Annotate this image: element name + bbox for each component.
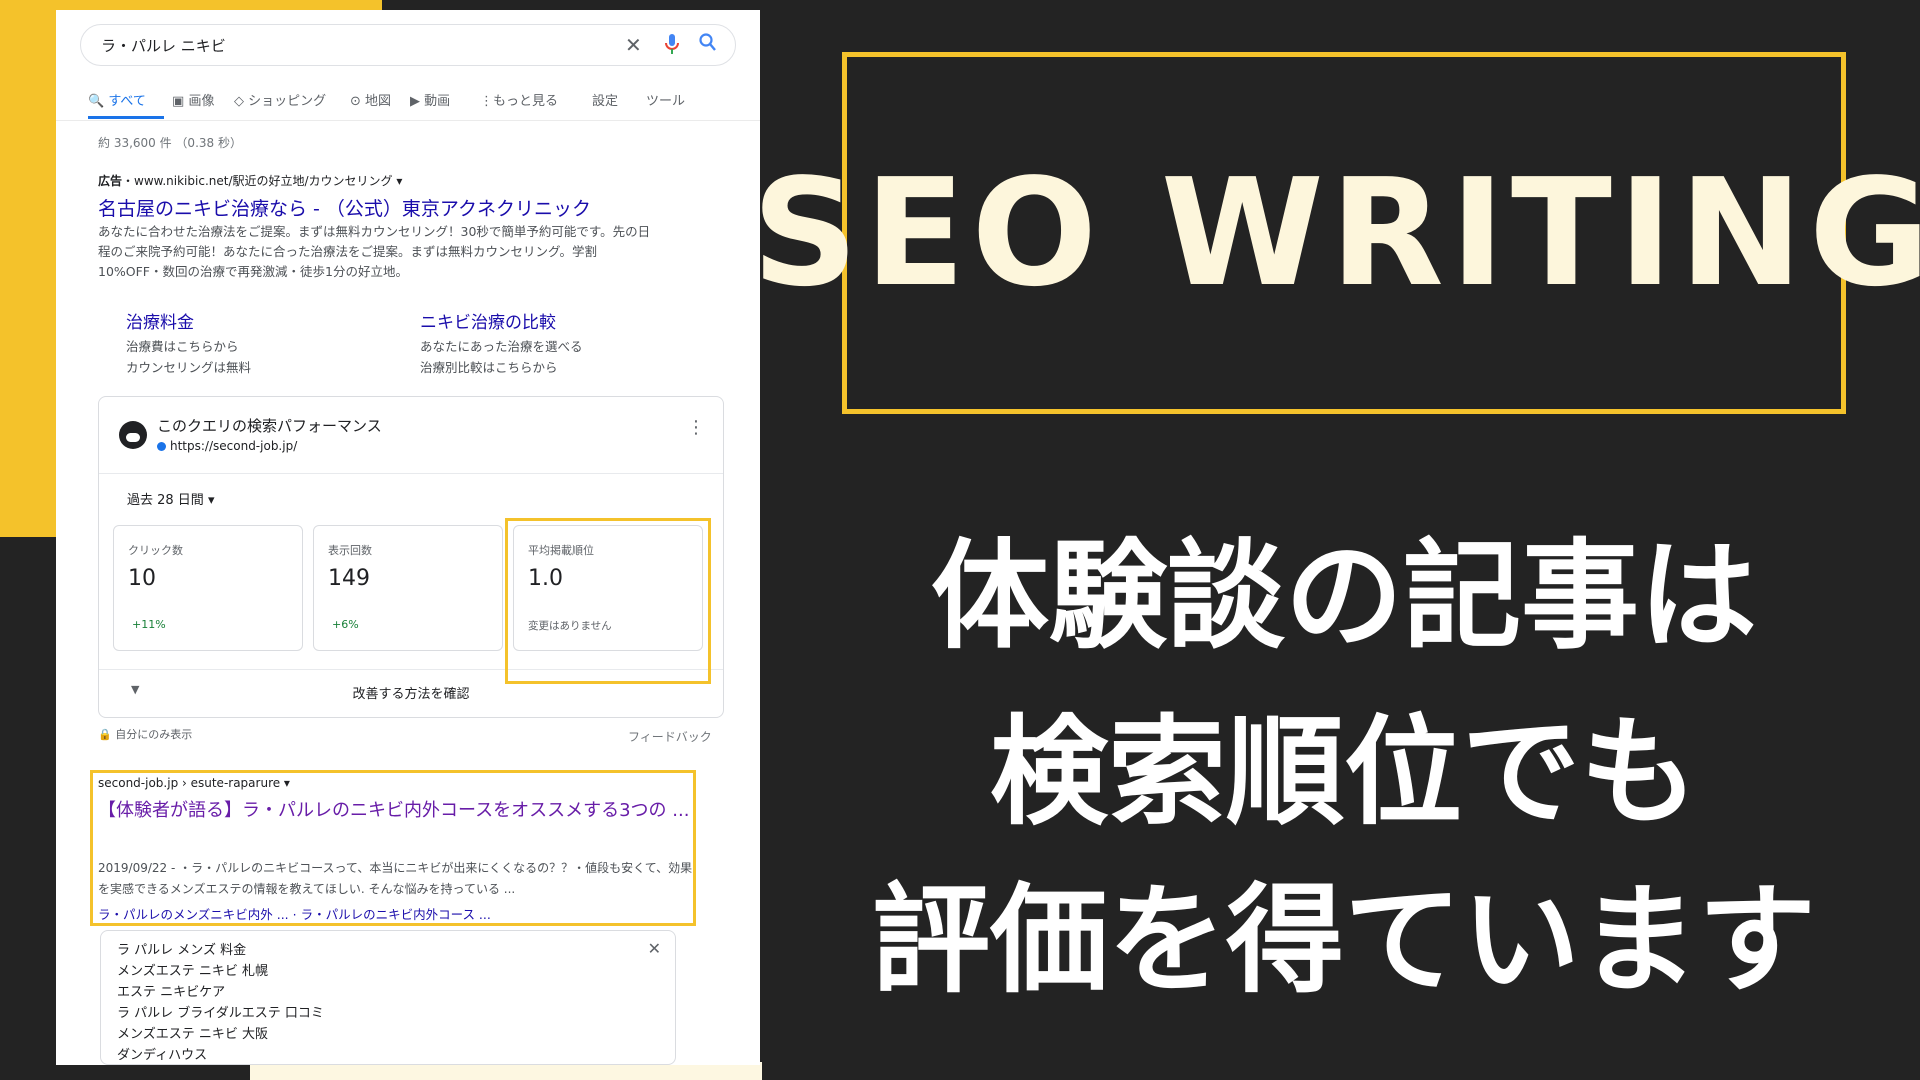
metric-impressions: 表示回数 149 +6% <box>313 525 503 651</box>
related-searches: ✕ ラ パルレ メンズ 料金 メンズエステ ニキビ 札幌 エステ ニキビケア ラ… <box>100 930 676 1065</box>
list-item[interactable]: ラ パルレ メンズ 料金 <box>117 939 246 958</box>
tab-maps[interactable]: ⊙ 地図 <box>350 90 391 109</box>
info-icon <box>157 442 166 451</box>
period-dropdown[interactable]: 過去 28 日間 ▾ <box>127 489 214 508</box>
more-vert-icon: ⋮ <box>480 94 493 109</box>
search-results-screenshot: ラ・パルレ ニキビ ✕ 🔍 すべて ▣ 画像 ◇ ショッピング ⊙ 地図 ▶ 動… <box>56 10 760 1065</box>
feedback-link[interactable]: フィードバック <box>628 728 712 745</box>
image-icon: ▣ <box>172 94 185 109</box>
search-box[interactable]: ラ・パルレ ニキビ ✕ <box>80 24 736 66</box>
close-icon[interactable]: ✕ <box>648 939 661 958</box>
tab-images[interactable]: ▣ 画像 <box>172 90 214 109</box>
list-item[interactable]: ダンディハウス <box>117 1044 207 1063</box>
ad-url-line[interactable]: 広告・www.nikibic.net/駅近の好立地/カウンセリング ▾ <box>98 172 402 189</box>
site-favicon-icon <box>119 421 147 449</box>
performance-title: このクエリの検索パフォーマンス <box>157 417 382 435</box>
play-icon: ▶ <box>410 94 420 109</box>
tab-settings[interactable]: 設定 <box>592 90 618 109</box>
list-item[interactable]: エステ ニキビケア <box>117 981 225 1000</box>
tab-shopping[interactable]: ◇ ショッピング <box>234 90 326 109</box>
tab-more[interactable]: ⋮もっと見る <box>480 90 558 109</box>
search-icon[interactable] <box>699 33 717 58</box>
private-note: 🔒 自分にのみ表示 <box>98 728 193 741</box>
headline-frame: SEO WRITING <box>751 52 1920 414</box>
close-icon[interactable]: ✕ <box>625 33 642 57</box>
tab-videos[interactable]: ▶ 動画 <box>410 90 450 109</box>
highlight-result <box>90 770 696 926</box>
list-item[interactable]: メンズエステ ニキビ 大阪 <box>117 1023 268 1042</box>
pin-icon: ⊙ <box>350 94 361 109</box>
ad-sitelink[interactable]: 治療料金 治療費はこちらから カウンセリングは無料 <box>126 310 251 378</box>
search-tabs: 🔍 すべて ▣ 画像 ◇ ショッピング ⊙ 地図 ▶ 動画 ⋮もっと見る 設定 … <box>88 90 748 132</box>
result-stats: 約 33,600 件 （0.38 秒） <box>98 136 242 150</box>
search-query[interactable]: ラ・パルレ ニキビ <box>101 35 226 56</box>
improve-link[interactable]: 改善する方法を確認 <box>99 683 723 702</box>
ad-sitelink[interactable]: ニキビ治療の比較 あなたにあった治療を選べる 治療別比較はこちらから <box>420 310 583 378</box>
tag-icon: ◇ <box>234 94 244 109</box>
message-line: 評価を得ています <box>871 871 1816 1009</box>
highlight-avg-position <box>505 518 711 684</box>
performance-header: このクエリの検索パフォーマンス https://second-job.jp/ ⋮ <box>99 397 723 474</box>
ad-title-link[interactable]: 名古屋のニキビ治療なら - （公式）東京アクネクリニック <box>98 194 591 221</box>
headline-title: SEO WRITING <box>751 147 1920 319</box>
ad-description: あなたに合わせた治療法をご提案。まずは無料カウンセリング！30秒で簡単予約可能で… <box>98 224 651 279</box>
message-line: 体験談の記事は <box>930 527 1757 665</box>
list-item[interactable]: ラ パルレ ブライダルエステ 口コミ <box>117 1002 324 1021</box>
performance-url[interactable]: https://second-job.jp/ <box>157 439 297 453</box>
more-vert-icon[interactable]: ⋮ <box>687 417 705 438</box>
message-line: 検索順位でも <box>989 703 1698 841</box>
list-item[interactable]: メンズエステ ニキビ 札幌 <box>117 960 268 979</box>
tab-all[interactable]: 🔍 すべて <box>88 90 146 109</box>
mic-icon[interactable] <box>665 33 679 60</box>
tab-tools[interactable]: ツール <box>646 90 685 109</box>
metric-clicks: クリック数 10 +11% <box>113 525 303 651</box>
active-tab-underline <box>88 116 164 119</box>
divider <box>56 120 760 121</box>
